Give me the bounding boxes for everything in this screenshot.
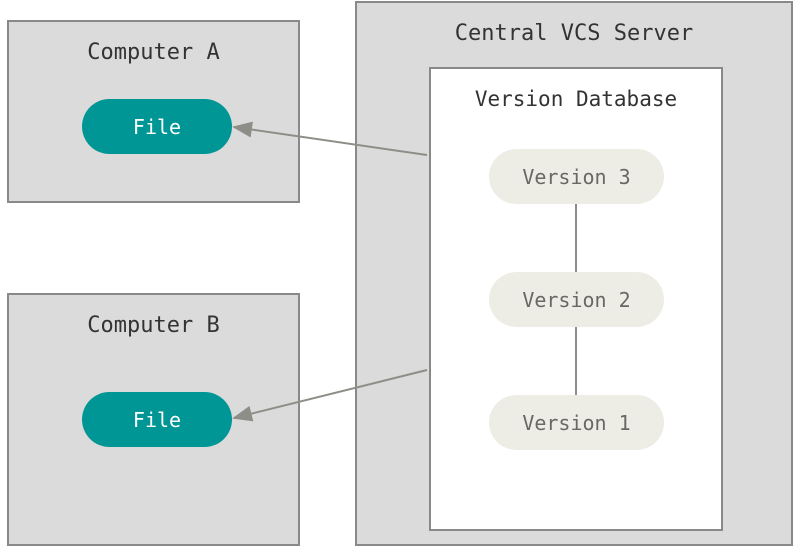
version-3-label: Version 3 [522, 165, 630, 189]
version-database-title: Version Database [431, 69, 721, 111]
version-1-pill: Version 1 [489, 395, 664, 450]
server-title: Central VCS Server [357, 3, 791, 46]
computer-a-box: Computer A File [7, 20, 300, 203]
version-3-pill: Version 3 [489, 149, 664, 204]
version-2-label: Version 2 [522, 288, 630, 312]
computer-b-box: Computer B File [7, 293, 300, 546]
computer-a-file: File [82, 99, 232, 154]
file-b-label: File [133, 408, 181, 432]
computer-b-file: File [82, 392, 232, 447]
server-box: Central VCS Server Version Database Vers… [355, 1, 793, 546]
version-1-label: Version 1 [522, 411, 630, 435]
file-a-label: File [133, 115, 181, 139]
version-database-box: Version Database Version 3 Version 2 Ver… [429, 67, 723, 531]
computer-a-title: Computer A [9, 22, 298, 65]
version-2-pill: Version 2 [489, 272, 664, 327]
connector-2-1 [575, 327, 577, 395]
connector-3-2 [575, 204, 577, 272]
computer-b-title: Computer B [9, 295, 298, 338]
